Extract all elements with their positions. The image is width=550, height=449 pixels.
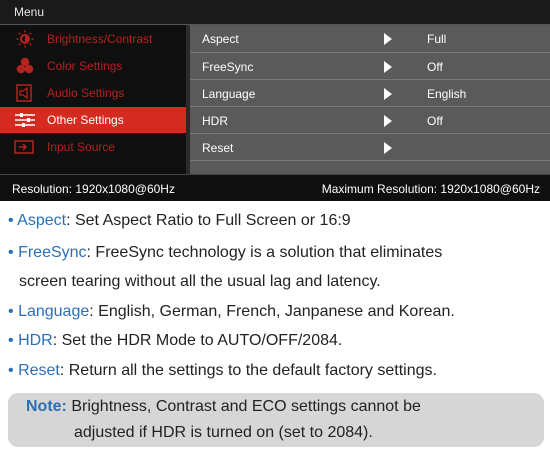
description-term: Reset	[18, 362, 60, 379]
row-value: English	[427, 87, 467, 101]
osd-title-bar: Menu	[0, 0, 550, 25]
description-text: : Set the HDR Mode to AUTO/OFF/2084.	[52, 332, 343, 349]
row-label: FreeSync	[202, 60, 254, 74]
row-label: Language	[202, 87, 256, 101]
row-value: Off	[427, 60, 443, 74]
menu-item-label: Audio Settings	[47, 86, 125, 100]
note-line-2: adjusted if HDR is turned on (set to 208…	[74, 424, 373, 441]
description-term: FreeSync	[18, 244, 87, 261]
row-label: Reset	[202, 141, 234, 155]
description-aspect: • Aspect: Set Aspect Ratio to Full Scree…	[8, 206, 544, 235]
menu-item-label: Input Source	[47, 140, 116, 154]
submenu-row-reset[interactable]: Reset	[190, 134, 550, 161]
description-text: : Return all the settings to the default…	[59, 362, 437, 379]
menu-item-label: Brightness/Contrast	[47, 32, 153, 46]
description-hdr: • HDR: Set the HDR Mode to AUTO/OFF/2084…	[8, 326, 544, 355]
color-settings-icon	[16, 57, 34, 74]
menu-item-label: Color Settings	[47, 59, 123, 73]
osd-left-menu: Brightness/Contrast Color Settings Audio…	[0, 25, 186, 174]
note-text: Brightness, Contrast and ECO settings ca…	[66, 398, 421, 415]
description-language: • Language: English, German, French, Jan…	[8, 297, 544, 326]
submenu-row-aspect[interactable]: Aspect Full	[190, 25, 550, 52]
menu-item-color-settings[interactable]: Color Settings	[0, 53, 186, 79]
audio-settings-icon	[16, 84, 32, 102]
divider	[190, 160, 550, 161]
description-freesync: • FreeSync: FreeSync technology is a sol…	[8, 238, 544, 296]
bullet: •	[8, 362, 14, 379]
row-value: Off	[427, 114, 443, 128]
bullet: •	[8, 303, 14, 320]
menu-item-brightness-contrast[interactable]: Brightness/Contrast	[0, 26, 186, 52]
submenu-row-language[interactable]: Language English	[190, 80, 550, 107]
arrow-right-icon	[384, 61, 392, 73]
bullet: •	[8, 212, 14, 229]
submenu-row-hdr[interactable]: HDR Off	[190, 107, 550, 134]
arrow-right-icon	[384, 115, 392, 127]
description-term: Aspect	[17, 212, 67, 229]
submenu-row-freesync[interactable]: FreeSync Off	[190, 53, 550, 80]
description-text: : English, German, French, Janpanese and…	[89, 303, 455, 320]
description-text: : FreeSync technology is a solution that…	[86, 244, 443, 261]
arrow-right-icon	[384, 88, 392, 100]
description-term: Language	[18, 303, 90, 320]
row-value: Full	[427, 32, 447, 46]
description-term: HDR	[18, 332, 53, 349]
menu-item-other-settings[interactable]: Other Settings	[0, 107, 186, 133]
osd-status-bar: Resolution: 1920x1080@60Hz Maximum Resol…	[0, 174, 550, 201]
maximum-resolution: Maximum Resolution: 1920x1080@60Hz	[321, 182, 540, 196]
osd-title: Menu	[14, 5, 45, 19]
description-reset: • Reset: Return all the settings to the …	[8, 356, 544, 385]
input-source-icon	[14, 140, 34, 154]
arrow-right-icon	[384, 142, 392, 154]
description-text-continued: screen tearing without all the usual lag…	[19, 273, 381, 290]
bullet: •	[8, 332, 14, 349]
note-label: Note:	[26, 398, 67, 415]
description-text: : Set Aspect Ratio to Full Screen or 16:…	[66, 212, 351, 229]
menu-item-audio-settings[interactable]: Audio Settings	[0, 80, 186, 106]
menu-item-input-source[interactable]: Input Source	[0, 134, 186, 160]
menu-item-label: Other Settings	[47, 113, 124, 127]
arrow-right-icon	[384, 33, 392, 45]
current-resolution: Resolution: 1920x1080@60Hz	[12, 182, 175, 196]
other-settings-icon	[15, 113, 35, 127]
osd-submenu-panel: Aspect Full FreeSync Off Language Englis…	[190, 25, 550, 174]
row-label: HDR	[202, 114, 228, 128]
row-label: Aspect	[202, 32, 239, 46]
note-box: Note: Brightness, Contrast and ECO setti…	[8, 393, 544, 447]
bullet: •	[8, 244, 14, 261]
note-line-1: Note: Brightness, Contrast and ECO setti…	[26, 398, 421, 416]
brightness-icon	[16, 30, 34, 48]
osd-menu-window: Menu Brightness/Contrast Color Settings …	[0, 0, 550, 201]
